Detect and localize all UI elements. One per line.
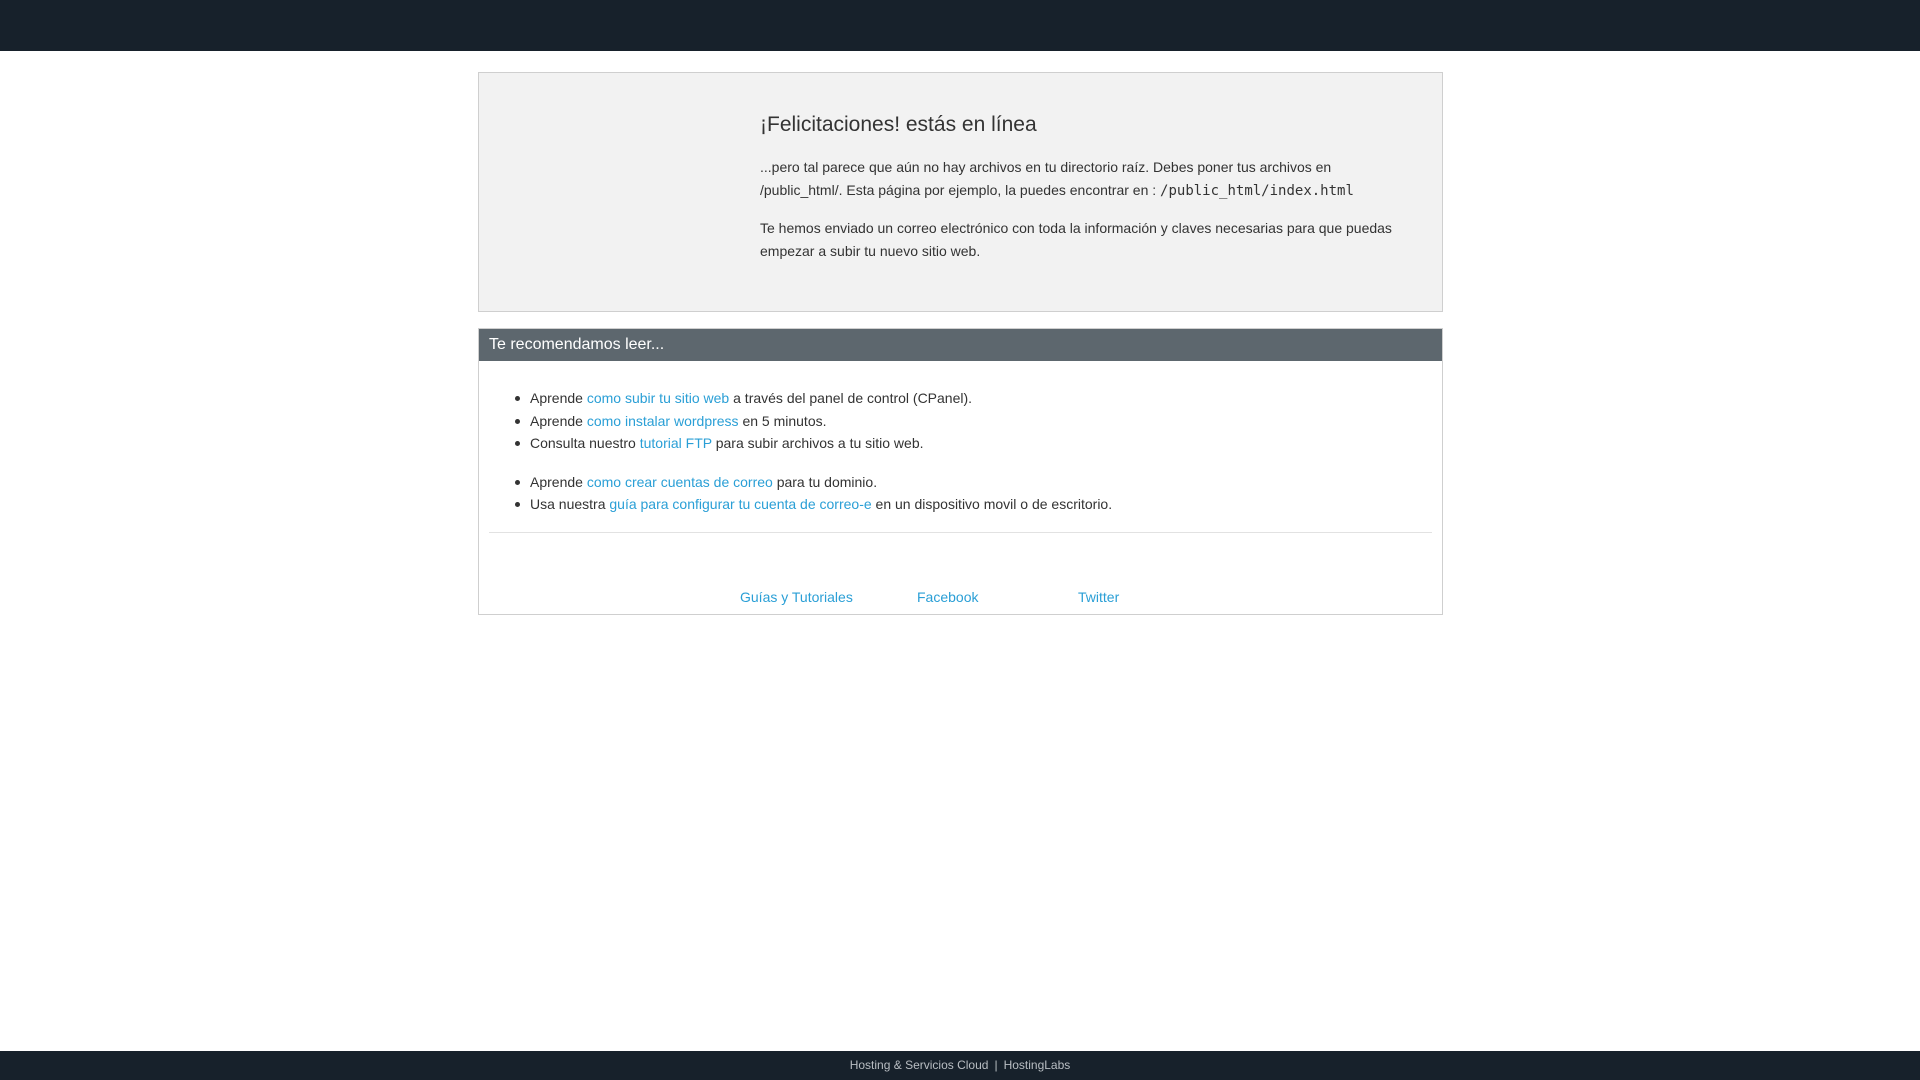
create-email-accounts-link[interactable]: como crear cuentas de correo xyxy=(587,474,773,490)
list-item-text: Aprende xyxy=(530,390,587,406)
upload-site-link[interactable]: como subir tu sitio web xyxy=(587,390,729,406)
list-item-text: en un dispositivo movil o de escritorio. xyxy=(871,496,1113,512)
list-item-text: a través del panel de control (CPanel). xyxy=(729,390,973,406)
configure-email-guide-link[interactable]: guía para configurar tu cuenta de correo… xyxy=(609,496,871,512)
list-item: Consulta nuestro tutorial FTP para subir… xyxy=(515,432,1432,455)
list-item-text: Consulta nuestro xyxy=(530,435,640,451)
list-item-text: para tu dominio. xyxy=(772,473,878,490)
install-wordpress-link[interactable]: como instalar wordpress xyxy=(587,413,739,429)
welcome-card: ¡Felicitaciones! estás en línea ...pero … xyxy=(478,72,1443,312)
footer-bar: Hosting & Servicios Cloud | HostingLabs xyxy=(0,1051,1920,1080)
guides-tutorials-link[interactable]: Guías y Tutoriales xyxy=(740,589,853,605)
recommendations-list-hosting: Aprende como subir tu sitio web a través… xyxy=(489,387,1432,455)
social-links: Guías y Tutoriales Facebook Twitter xyxy=(489,533,1432,605)
list-item: Usa nuestra guía para configurar tu cuen… xyxy=(515,493,1432,516)
list-item: Aprende como subir tu sitio web a través… xyxy=(515,387,1432,410)
footer-brand-text: HostingLabs xyxy=(1003,1058,1071,1072)
ftp-tutorial-link[interactable]: tutorial FTP xyxy=(640,435,712,451)
list-item: Aprende como crear cuentas de correo par… xyxy=(515,471,1432,494)
page-title: ¡Felicitaciones! estás en línea xyxy=(760,113,1037,136)
list-item: Aprende como instalar wordpress en 5 min… xyxy=(515,410,1432,433)
list-item-text: para subir archivos a tu sitio web. xyxy=(711,435,924,451)
list-item-text: Usa nuestra xyxy=(530,496,610,512)
welcome-content: ¡Felicitaciones! estás en línea ...pero … xyxy=(760,112,1400,277)
recommendations-panel: Te recomendamos leer... Aprende como sub… xyxy=(478,328,1443,615)
email-notice: Te hemos enviado un correo electrónico c… xyxy=(760,220,1392,259)
index-path-code: /public_html/index.html xyxy=(1160,183,1354,199)
list-item-text: en 5 minutos. xyxy=(738,412,827,429)
list-item-text: Aprende xyxy=(530,412,587,429)
root-directory-notice: ...pero tal parece que aún no hay archiv… xyxy=(760,156,1400,203)
recommendations-list-email: Aprende como crear cuentas de correo par… xyxy=(489,471,1432,516)
facebook-link[interactable]: Facebook xyxy=(917,589,978,605)
list-item-text: Aprende xyxy=(530,473,587,490)
recommendations-header: Te recomendamos leer... xyxy=(479,329,1442,361)
footer-separator: | xyxy=(994,1058,998,1072)
twitter-link[interactable]: Twitter xyxy=(1078,589,1119,605)
recommendations-body: Aprende como subir tu sitio web a través… xyxy=(479,361,1442,605)
footer-hosting-text: Hosting & Servicios Cloud xyxy=(849,1058,989,1072)
top-navbar xyxy=(0,0,1920,51)
